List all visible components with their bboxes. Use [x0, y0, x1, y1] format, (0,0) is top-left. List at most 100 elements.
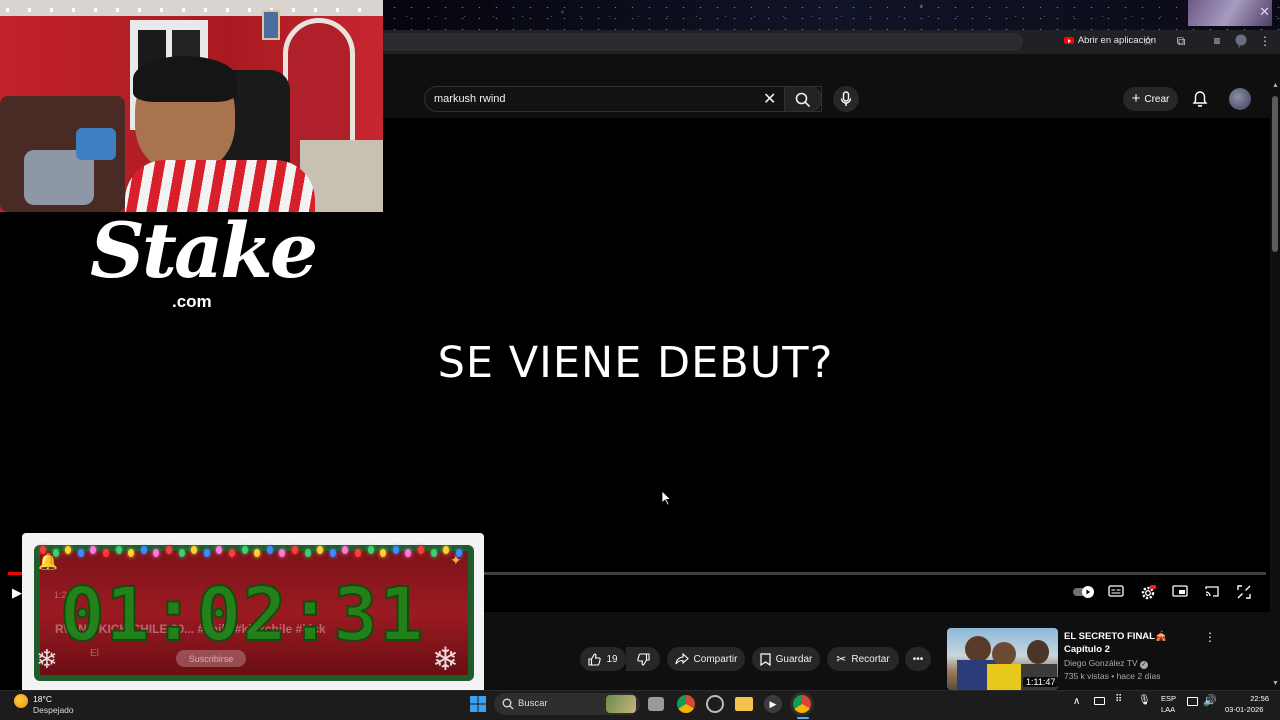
light-bulb	[329, 549, 336, 557]
verified-icon: ✓	[1139, 661, 1148, 669]
media-player-icon[interactable]: ▶	[764, 695, 782, 713]
scrollbar-thumb[interactable]	[1272, 96, 1278, 252]
related-video-menu-icon[interactable]: ⋮	[1204, 630, 1216, 644]
save-button[interactable]: Guardar	[752, 647, 820, 671]
account-avatar[interactable]	[1229, 88, 1251, 110]
window-close-icon[interactable]: ✕	[1259, 4, 1270, 20]
light-bulb	[367, 546, 374, 554]
light-bulb	[216, 546, 223, 554]
create-button[interactable]: + Crear	[1123, 87, 1178, 111]
more-horizontal-icon: •••	[912, 653, 924, 665]
clock-time[interactable]: 22:56	[1229, 694, 1269, 703]
light-bulb	[166, 546, 172, 554]
windows-start-icon[interactable]	[469, 695, 487, 713]
light-bulb	[241, 546, 248, 554]
input-language[interactable]: ESP	[1161, 694, 1176, 703]
clear-search-icon[interactable]: ✕	[763, 89, 776, 109]
light-bulb	[443, 546, 450, 554]
light-bulb	[418, 546, 424, 554]
taskbar-search-label: Buscar	[518, 698, 548, 709]
save-label: Guardar	[775, 653, 813, 665]
notifications-bell-icon[interactable]	[1192, 90, 1208, 113]
more-actions-button[interactable]: •••	[905, 647, 931, 671]
light-bulb	[266, 546, 273, 554]
scroll-down-arrow-icon[interactable]: ▼	[1272, 680, 1279, 687]
miniplayer-icon[interactable]	[1170, 585, 1190, 603]
light-bulb	[355, 549, 361, 557]
countdown-timer-digits: 01:02:31	[59, 571, 425, 659]
light-bulb	[140, 546, 147, 554]
light-bulb	[229, 549, 235, 557]
light-bulb	[191, 546, 198, 554]
create-label: Crear	[1144, 93, 1170, 105]
chrome-app-icon[interactable]	[677, 695, 695, 713]
stake-logo-domain: .com	[172, 292, 212, 311]
address-bar: Abrir en aplicación ☆ ⧉ ≡ | ⋮	[383, 30, 1280, 54]
light-bulb	[203, 549, 210, 557]
video-frame-text: SE VIENE DEBUT?	[437, 338, 834, 388]
voice-search-button[interactable]	[833, 86, 859, 112]
weather-sun-icon[interactable]	[14, 694, 28, 708]
fullscreen-icon[interactable]	[1234, 585, 1254, 603]
snowflake-icon: ❄	[432, 641, 459, 677]
chrome-active-app-icon[interactable]	[793, 695, 811, 713]
profile-icon[interactable]	[1233, 34, 1249, 49]
light-bulb	[90, 546, 97, 554]
taskbar-search-box[interactable]: Buscar	[494, 693, 640, 715]
light-bulb	[103, 549, 109, 557]
bookmark-star-icon[interactable]: ☆	[1140, 34, 1156, 48]
chrome-menu-icon[interactable]: ⋮	[1257, 34, 1273, 48]
weather-temperature[interactable]: 18°C	[33, 694, 52, 704]
steam-app-icon[interactable]	[706, 695, 724, 713]
thumb-person	[965, 636, 991, 662]
thumbs-up-icon	[588, 652, 602, 666]
subtitles-icon[interactable]	[1106, 585, 1126, 603]
related-video-title[interactable]: EL SECRETO FINAL🎪 Capítulo 2	[1064, 630, 1204, 656]
task-view-icon[interactable]	[648, 697, 664, 711]
search-button[interactable]	[784, 86, 822, 112]
dislike-button[interactable]	[626, 647, 660, 671]
tray-overflow-icon[interactable]: ∧	[1073, 696, 1080, 707]
related-video-meta: 735 k vistas • hace 2 días	[1064, 671, 1161, 681]
mouse-cursor-icon	[662, 491, 672, 506]
tray-mic-icon[interactable]: 🎙	[1138, 695, 1151, 706]
network-icon[interactable]	[1187, 697, 1198, 706]
tray-apps-icon[interactable]: ⠿	[1115, 694, 1122, 705]
cast-icon[interactable]	[1202, 585, 1222, 603]
extensions-icon[interactable]: ⧉	[1173, 34, 1189, 49]
url-field[interactable]	[383, 33, 1023, 51]
like-count: 19	[606, 653, 618, 665]
light-bulb	[77, 549, 84, 557]
input-layout[interactable]: LAA	[1161, 705, 1175, 714]
related-video-duration: 1:11:47	[1023, 677, 1059, 687]
autoplay-toggle[interactable]	[1072, 585, 1096, 603]
light-bulb	[292, 546, 298, 554]
christmas-lights	[40, 546, 470, 557]
play-icon[interactable]: ▶	[12, 585, 22, 601]
clip-button[interactable]: ✂ Recortar	[827, 647, 899, 671]
tray-device-icon[interactable]	[1094, 697, 1105, 705]
light-bulb	[254, 549, 261, 557]
plus-icon: +	[1131, 90, 1141, 107]
volume-icon[interactable]: 🔊	[1203, 694, 1217, 707]
scroll-up-arrow-icon[interactable]: ▲	[1272, 82, 1279, 89]
settings-gear-icon[interactable]	[1138, 585, 1158, 603]
clock-date[interactable]: 03-01-2026	[1225, 705, 1263, 714]
video-progress-fill	[8, 572, 22, 575]
bell-ornament-icon: 🔔	[38, 554, 58, 571]
light-bulb	[317, 546, 324, 554]
light-bulb	[153, 549, 160, 557]
related-video-channel[interactable]: Diego González TV ✓	[1064, 658, 1148, 669]
file-explorer-icon[interactable]	[735, 697, 753, 711]
share-button[interactable]: Compartir	[667, 647, 745, 671]
stake-logo: Stake	[90, 206, 318, 295]
media-control-icon[interactable]: ≡	[1209, 34, 1225, 48]
weather-description[interactable]: Despejado	[33, 705, 74, 715]
light-bulb	[342, 546, 349, 554]
light-bulb	[380, 549, 387, 557]
thumbs-down-icon	[636, 652, 650, 666]
light-bulb	[115, 546, 122, 554]
active-app-indicator	[797, 717, 809, 719]
share-arrow-icon	[675, 653, 689, 665]
like-button[interactable]: 19	[580, 647, 626, 671]
